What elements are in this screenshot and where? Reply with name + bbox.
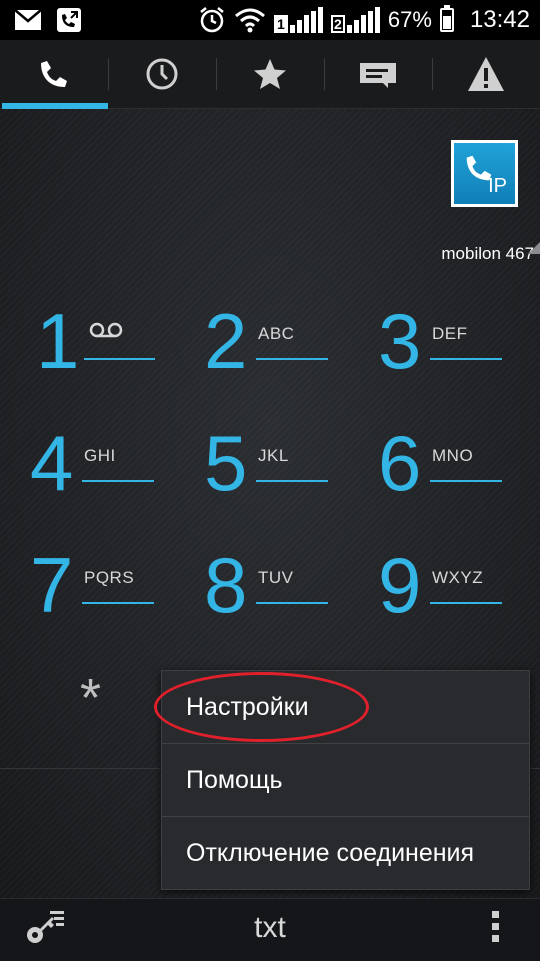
key-digit: 5 — [204, 419, 248, 507]
key-1[interactable]: 1 — [36, 296, 196, 396]
key-digit: 8 — [204, 541, 248, 629]
key-7[interactable]: 7 PQRS — [30, 540, 190, 640]
key-underline — [256, 358, 328, 360]
key-underline — [256, 602, 328, 604]
sim2-signal-icon: 2 — [330, 7, 380, 33]
menu-item-settings[interactable]: Настройки — [162, 671, 529, 743]
operator-name: mobilon 467 — [441, 242, 540, 263]
key-underline — [84, 358, 155, 360]
mail-icon — [14, 9, 42, 30]
key-letters: WXYZ — [432, 568, 484, 587]
key-underline — [430, 602, 502, 604]
key-digit: 6 — [378, 419, 422, 507]
sim1-signal-icon: 1 — [273, 7, 323, 33]
tab-phone[interactable] — [0, 40, 108, 109]
key-underline — [430, 480, 502, 482]
key-underline — [82, 480, 154, 482]
key-5[interactable]: 5 JKL — [204, 418, 364, 518]
status-bar: 1 2 67% 13:42 — [0, 0, 540, 40]
ip-call-button[interactable]: IP — [451, 140, 518, 207]
key-4[interactable]: 4 GHI — [30, 418, 190, 518]
key-digit: 3 — [378, 297, 422, 385]
phone-icon — [41, 61, 67, 87]
key-6[interactable]: 6 MNO — [378, 418, 538, 518]
key-letters: MNO — [432, 446, 474, 465]
key-underline — [82, 602, 154, 604]
sim1-label: 1 — [273, 15, 288, 33]
missed-call-icon — [57, 8, 81, 32]
more-vert-icon[interactable] — [490, 909, 502, 945]
key-underline — [430, 358, 502, 360]
key-letters: PQRS — [84, 568, 135, 587]
tab-recent[interactable] — [108, 40, 216, 108]
phone-icon — [466, 155, 492, 181]
key-2[interactable]: 2 ABC — [204, 296, 364, 396]
key-letters: TUV — [258, 568, 294, 587]
key-underline — [256, 480, 328, 482]
battery-percent: 67% — [387, 7, 432, 32]
warning-icon — [468, 57, 504, 91]
key-letters: DEF — [432, 324, 468, 343]
overflow-menu: Настройки Помощь Отключение соединения — [161, 670, 530, 890]
alarm-icon — [200, 7, 224, 33]
key-letters: ABC — [258, 324, 295, 343]
key-digit: 7 — [30, 541, 74, 629]
tab-messages[interactable] — [324, 40, 432, 108]
clock-icon — [146, 58, 178, 90]
message-icon — [360, 63, 396, 88]
bottom-action-bar: txt — [0, 898, 540, 961]
key-9[interactable]: 9 WXYZ — [378, 540, 538, 640]
key-8[interactable]: 8 TUV — [204, 540, 364, 640]
key-letters: GHI — [84, 446, 116, 465]
sim2-label: 2 — [330, 15, 345, 33]
voicemail-icon — [89, 322, 123, 338]
wifi-icon — [234, 8, 265, 33]
key-digit: 2 — [204, 297, 248, 385]
tab-bar — [0, 40, 540, 109]
clock-time: 13:42 — [469, 6, 530, 33]
key-letters: JKL — [258, 446, 289, 465]
txt-button[interactable]: txt — [254, 911, 286, 944]
battery-icon — [439, 5, 454, 32]
menu-item-help[interactable]: Помощь — [162, 744, 529, 816]
star-icon — [254, 59, 286, 89]
key-digit: 1 — [36, 297, 80, 385]
key-digit: 4 — [30, 419, 74, 507]
tab-favorites[interactable] — [216, 40, 324, 108]
key-star[interactable]: * — [80, 671, 101, 725]
key-3[interactable]: 3 DEF — [378, 296, 538, 396]
menu-item-disconnect[interactable]: Отключение соединения — [162, 817, 529, 889]
key-digit: 9 — [378, 541, 422, 629]
tab-alerts[interactable] — [432, 40, 540, 108]
